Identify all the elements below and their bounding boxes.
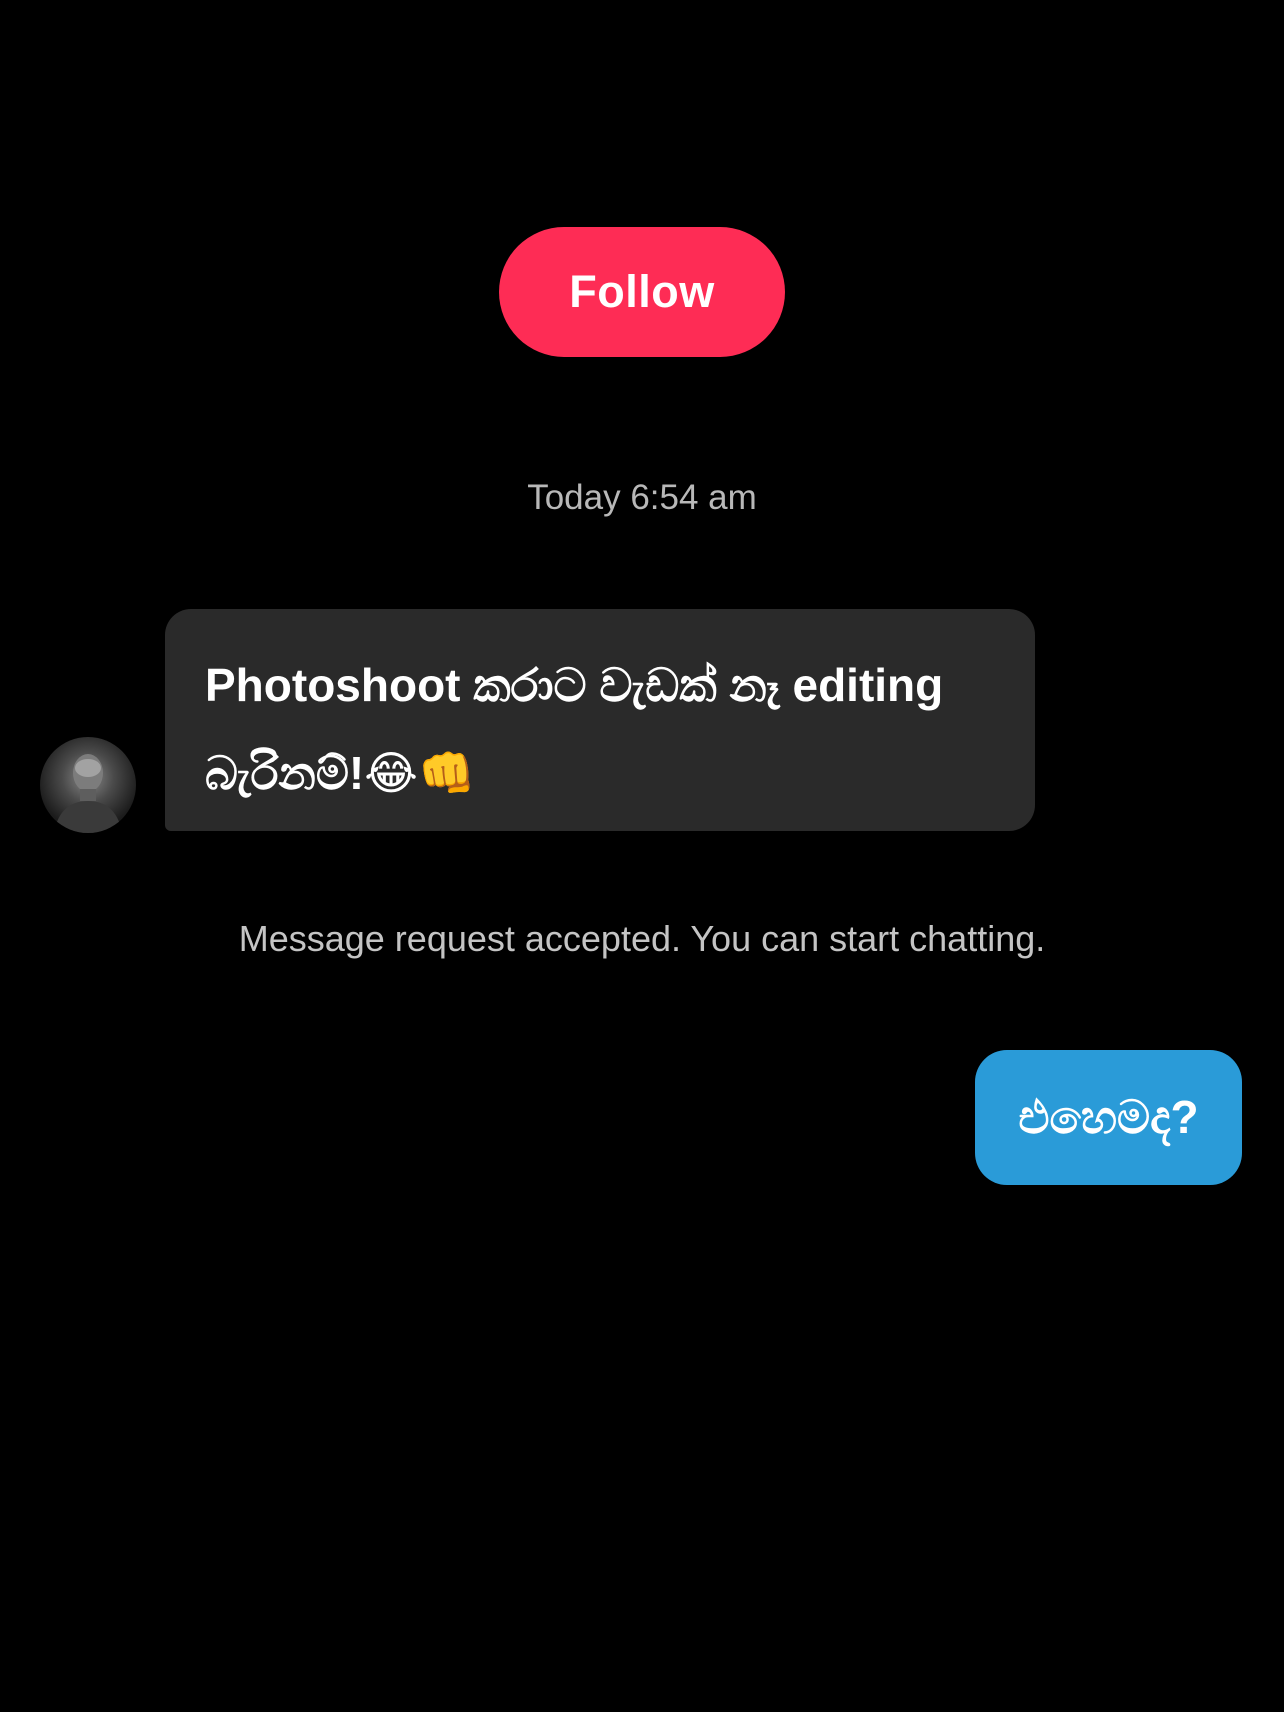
message-timestamp: Today 6:54 am xyxy=(527,478,757,517)
incoming-message-bubble[interactable]: Photoshoot කරාට වැඩක් නෑ editing බැරිනම්… xyxy=(165,609,1035,831)
incoming-message-text: Photoshoot කරාට වැඩක් නෑ editing බැරිනම්… xyxy=(205,641,995,817)
follow-button[interactable]: Follow xyxy=(499,227,785,357)
incoming-message-line-1: Photoshoot කරාට වැඩක් නෑ editing xyxy=(205,659,944,711)
outgoing-message-text: එහෙමද? xyxy=(1018,1090,1199,1143)
avatar[interactable] xyxy=(40,737,136,833)
incoming-message-line-2: බැරිනම්!😂👊 xyxy=(205,747,476,799)
profile-photo-avatar-icon xyxy=(54,754,122,833)
message-request-note: Message request accepted. You can start … xyxy=(238,918,1046,959)
outgoing-message-bubble[interactable]: එහෙමද? xyxy=(975,1050,1242,1185)
